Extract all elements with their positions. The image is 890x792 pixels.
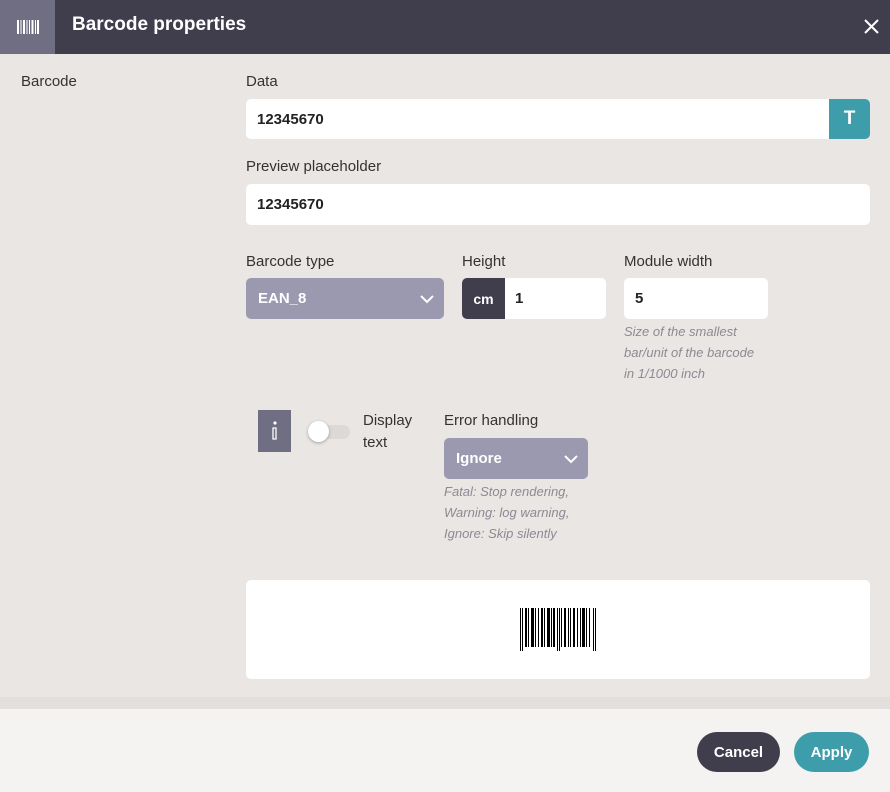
data-input[interactable]	[246, 99, 836, 139]
barcode-type-value: EAN_8	[258, 290, 307, 307]
error-handling-label: Error handling	[444, 412, 539, 429]
module-width-input[interactable]	[624, 278, 768, 319]
barcode-preview	[246, 580, 870, 679]
unit-badge: cm	[462, 278, 505, 319]
apply-button[interactable]: Apply	[794, 732, 869, 772]
barcode-image	[520, 608, 596, 651]
toggle-knob	[308, 421, 329, 442]
dialog-header: Barcode properties	[0, 0, 890, 54]
close-icon[interactable]	[858, 12, 886, 42]
height-input[interactable]	[505, 278, 606, 319]
error-handling-value: Ignore	[456, 450, 502, 467]
info-icon[interactable]	[258, 410, 291, 452]
barcode-type-label: Barcode type	[246, 253, 335, 270]
cancel-button[interactable]: Cancel	[697, 732, 780, 772]
text-format-button[interactable]: T	[829, 99, 870, 139]
barcode-icon	[0, 0, 55, 54]
display-text-toggle[interactable]	[308, 421, 350, 442]
chevron-down-icon	[564, 454, 578, 463]
error-handling-help: Fatal: Stop rendering, Warning: log warn…	[444, 484, 570, 541]
footer-separator	[0, 697, 890, 709]
error-handling-select[interactable]: Ignore	[444, 438, 588, 479]
preview-placeholder-label: Preview placeholder	[246, 158, 382, 175]
chevron-down-icon	[420, 294, 434, 303]
module-width-help: Size of the smallest bar/unit of the bar…	[624, 324, 755, 381]
dialog-title: Barcode properties	[72, 14, 247, 35]
data-label: Data	[246, 73, 278, 90]
height-label: Height	[462, 253, 506, 270]
section-label: Barcode	[21, 73, 77, 90]
module-width-label: Module width	[624, 253, 713, 270]
text-format-icon: T	[843, 108, 856, 129]
barcode-type-select[interactable]: EAN_8	[246, 278, 444, 319]
preview-placeholder-input[interactable]	[246, 184, 870, 225]
display-text-label: Display text	[363, 412, 413, 451]
